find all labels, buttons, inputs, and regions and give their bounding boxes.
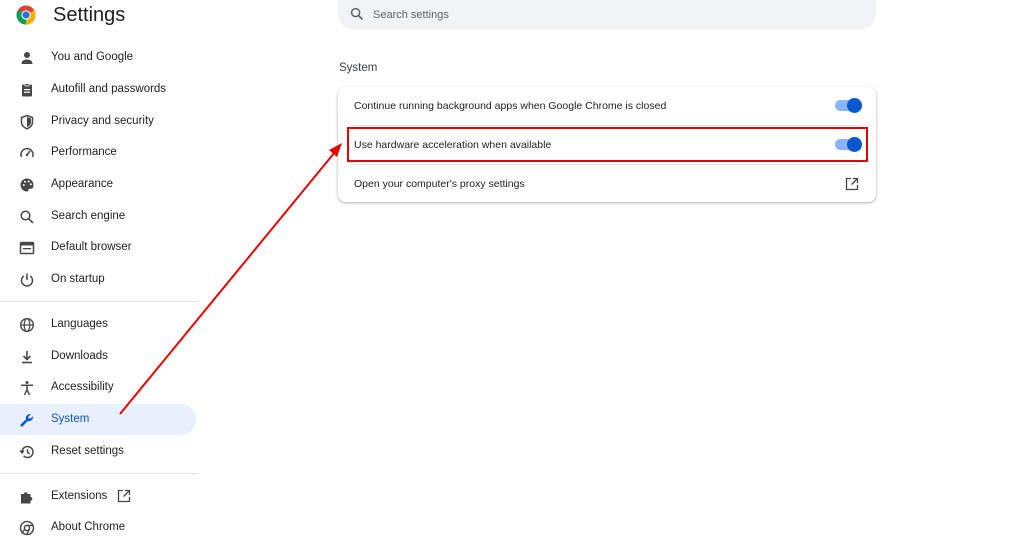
sidebar-item-languages[interactable]: Languages — [0, 309, 196, 340]
wrench-icon — [20, 414, 33, 427]
search-icon — [20, 210, 34, 224]
history-icon — [19, 445, 34, 459]
accessibility-icon — [21, 381, 33, 396]
shield-icon — [20, 114, 34, 130]
background-apps-toggle[interactable] — [835, 98, 862, 113]
chrome-icon — [19, 520, 35, 536]
open-in-new-icon[interactable] — [845, 177, 859, 191]
sidebar-item-default-browser[interactable]: Default browser — [0, 232, 196, 263]
palette-icon — [20, 178, 34, 192]
toggle-knob — [847, 98, 862, 113]
puzzle-icon — [21, 492, 33, 504]
power-icon — [20, 273, 34, 287]
sidebar-item-search-engine[interactable]: Search engine — [0, 201, 196, 232]
search-input[interactable] — [373, 5, 853, 24]
annotation-highlight-box — [347, 127, 868, 162]
search-icon — [350, 7, 364, 21]
sidebar-item-autofill[interactable]: Autofill and passwords — [0, 74, 196, 105]
sidebar-item-label: About Chrome — [51, 521, 126, 533]
sidebar-item-privacy[interactable]: Privacy and security — [0, 106, 196, 137]
sidebar-item-label: Default browser — [51, 241, 132, 253]
setting-label: Open your computer's proxy settings — [354, 178, 525, 190]
search-box[interactable] — [338, 0, 876, 29]
sidebar-item-about-chrome[interactable]: About Chrome — [0, 512, 196, 543]
sidebar-item-label: Reset settings — [51, 445, 124, 457]
globe-icon — [19, 317, 35, 333]
setting-label: Continue running background apps when Go… — [354, 100, 667, 112]
sidebar-item-label: Accessibility — [51, 381, 114, 393]
section-title: System — [339, 62, 378, 74]
browser-window-icon — [19, 241, 35, 255]
sidebar-item-label: System — [51, 413, 90, 425]
sidebar-item-appearance[interactable]: Appearance — [0, 169, 196, 200]
open-in-new-icon — [117, 489, 131, 503]
sidebar-item-label: Appearance — [51, 178, 114, 190]
clipboard-icon — [22, 83, 32, 97]
sidebar-item-label: Performance — [51, 146, 117, 158]
sidebar-item-label: Downloads — [51, 350, 108, 362]
sidebar-divider — [0, 301, 198, 302]
sidebar-item-system[interactable]: System — [0, 404, 196, 435]
sidebar-item-label: On startup — [51, 273, 105, 285]
sidebar-item-performance[interactable]: Performance — [0, 137, 196, 168]
app-header: Settings — [0, 0, 1024, 32]
setting-row-background-apps: Continue running background apps when Go… — [338, 87, 876, 125]
sidebar-item-on-startup[interactable]: On startup — [0, 264, 196, 295]
sidebar-item-extensions[interactable]: Extensions — [0, 481, 196, 512]
sidebar-item-label: Autofill and passwords — [51, 83, 167, 95]
sidebar-item-you-and-google[interactable]: You and Google — [0, 42, 196, 73]
sidebar-item-accessibility[interactable]: Accessibility — [0, 372, 196, 403]
page-title: Settings — [53, 4, 126, 26]
sidebar-item-label: You and Google — [51, 51, 134, 63]
setting-row-proxy-settings[interactable]: Open your computer's proxy settings — [338, 165, 876, 203]
person-icon — [21, 52, 33, 64]
speedometer-icon — [20, 147, 34, 158]
sidebar-divider — [0, 473, 198, 474]
sidebar-item-downloads[interactable]: Downloads — [0, 341, 196, 372]
sidebar-item-label: Languages — [51, 318, 108, 330]
download-icon — [22, 351, 32, 364]
sidebar-item-reset-settings[interactable]: Reset settings — [0, 436, 196, 467]
sidebar-item-label: Privacy and security — [51, 115, 154, 127]
chrome-logo-icon — [16, 5, 36, 25]
sidebar-item-label: Search engine — [51, 210, 126, 222]
sidebar-item-label: Extensions — [51, 490, 108, 502]
